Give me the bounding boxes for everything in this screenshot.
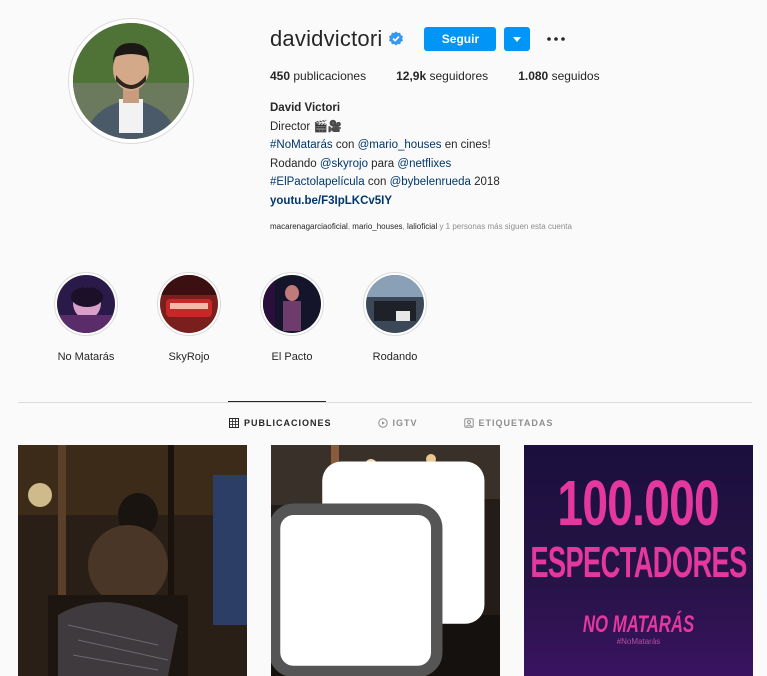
tab-label: PUBLICACIONES bbox=[244, 418, 332, 428]
post-thumbnail[interactable] bbox=[271, 445, 500, 676]
highlight-cover bbox=[263, 275, 321, 333]
suggested-dropdown-button[interactable] bbox=[504, 27, 531, 51]
tab-publicaciones[interactable]: PUBLICACIONES bbox=[229, 418, 332, 428]
highlight-label: El Pacto bbox=[271, 351, 313, 363]
bio-text: en cines! bbox=[441, 139, 491, 151]
highlight-label: SkyRojo bbox=[168, 351, 210, 363]
profile-title-row: davidvictori Seguir bbox=[270, 24, 740, 54]
highlight-cover bbox=[366, 275, 424, 333]
bio-line-1: Director 🎬🎥 bbox=[270, 120, 343, 133]
posts-stat: 450 publicaciones bbox=[270, 69, 366, 83]
highlight-no-mataras[interactable]: No Matarás bbox=[52, 272, 120, 363]
highlight-ring bbox=[54, 272, 118, 336]
full-name: David Victori bbox=[270, 102, 341, 114]
tab-igtv[interactable]: IGTV bbox=[377, 418, 418, 428]
bio-line-2: #NoMatarás con @mario_houses en cines! bbox=[270, 136, 740, 155]
highlight-label: Rodando bbox=[372, 351, 418, 363]
profile-avatar-ring[interactable] bbox=[68, 18, 194, 144]
mention-link[interactable]: @netflixes bbox=[397, 158, 451, 170]
highlight-cover bbox=[57, 275, 115, 333]
more-dots-icon bbox=[547, 37, 566, 41]
highlight-ring bbox=[260, 272, 324, 336]
following-stat[interactable]: 1.080 seguidos bbox=[518, 69, 599, 83]
story-highlights: No Matarás SkyRojo El Pacto Rodando bbox=[52, 272, 464, 363]
poster-big-text: 100.000 bbox=[557, 467, 720, 539]
bio-text: Rodando bbox=[270, 157, 320, 170]
poster-title-text: NO MATARÁS bbox=[582, 611, 695, 638]
username: davidvictori bbox=[270, 26, 383, 51]
verified-badge-icon bbox=[389, 31, 404, 46]
followed-by[interactable]: macarenagarciaoficial, mario_houses, lal… bbox=[270, 222, 740, 231]
tab-label: ETIQUETADAS bbox=[478, 418, 554, 428]
followers-stat[interactable]: 12,9k seguidores bbox=[396, 69, 488, 83]
posts-count: 450 bbox=[270, 69, 291, 83]
website-link[interactable]: youtu.be/F3IpLKCv5IY bbox=[270, 192, 740, 211]
highlight-cover-image bbox=[263, 275, 321, 333]
posts-label: publicaciones bbox=[293, 69, 367, 83]
highlight-label: No Matarás bbox=[57, 351, 115, 363]
post-image bbox=[18, 445, 247, 676]
profile-tabs: PUBLICACIONES IGTV ETIQUETADAS bbox=[229, 418, 599, 428]
mention-link[interactable]: @skyrojo bbox=[320, 158, 368, 170]
bio-text: con bbox=[364, 176, 390, 188]
igtv-icon bbox=[377, 418, 388, 428]
bio-line-3: Rodando @skyrojo para @netflixes bbox=[270, 155, 740, 174]
following-label: seguidos bbox=[551, 69, 600, 83]
follower-username: mario_houses bbox=[352, 222, 403, 231]
hashtag-link[interactable]: #ElPactolapelícula bbox=[270, 176, 365, 188]
active-tab-indicator bbox=[228, 401, 326, 402]
post-thumbnail[interactable]: 100.000 ESPECTADORES NO MATARÁS #NoMatar… bbox=[524, 445, 753, 676]
tabs-divider bbox=[18, 402, 752, 403]
follower-username: lalioficial bbox=[406, 222, 438, 231]
follow-button[interactable]: Seguir bbox=[424, 27, 497, 51]
poster-mid-text: ESPECTADORES bbox=[530, 538, 747, 587]
grid-icon bbox=[229, 418, 239, 428]
bio-text: para bbox=[367, 157, 398, 170]
highlight-ring bbox=[363, 272, 427, 336]
followers-count: 12,9k bbox=[396, 69, 427, 83]
profile-stats: 450 publicaciones 12,9k seguidores 1.080… bbox=[270, 69, 740, 83]
highlight-cover-image bbox=[366, 275, 424, 333]
highlight-cover bbox=[160, 275, 218, 333]
followed-by-tail: y 1 personas más siguen esta cuenta bbox=[437, 222, 572, 231]
highlight-cover-image bbox=[57, 275, 115, 333]
mention-link[interactable]: @mario_houses bbox=[358, 139, 442, 151]
bio-line-4: #ElPactolapelícula con @bybelenrueda 201… bbox=[270, 173, 740, 192]
profile-header: davidvictori Seguir 450 publicaciones 12… bbox=[270, 24, 740, 231]
highlight-el-pacto[interactable]: El Pacto bbox=[258, 272, 326, 363]
highlight-cover-image bbox=[160, 275, 218, 333]
highlight-rodando[interactable]: Rodando bbox=[361, 272, 429, 363]
tab-etiquetadas[interactable]: ETIQUETADAS bbox=[463, 418, 554, 428]
carousel-icon bbox=[271, 461, 485, 676]
follower-username: macarenagarciaoficial bbox=[270, 222, 348, 231]
hashtag-link[interactable]: #NoMatarás bbox=[270, 139, 333, 151]
tagged-icon bbox=[463, 418, 474, 428]
avatar-photo bbox=[73, 23, 189, 139]
highlight-ring bbox=[157, 272, 221, 336]
bio-text: 2018 bbox=[470, 176, 500, 188]
highlight-skyrojo[interactable]: SkyRojo bbox=[155, 272, 223, 363]
posts-grid: 100.000 ESPECTADORES NO MATARÁS #NoMatar… bbox=[18, 445, 753, 676]
post-thumbnail[interactable] bbox=[18, 445, 247, 676]
bio-text: con bbox=[332, 139, 358, 151]
more-options-button[interactable] bbox=[546, 29, 566, 49]
chevron-down-icon bbox=[513, 36, 522, 42]
mention-link[interactable]: @bybelenrueda bbox=[390, 176, 471, 188]
following-count: 1.080 bbox=[518, 69, 549, 83]
followers-label: seguidores bbox=[429, 69, 489, 83]
tab-label: IGTV bbox=[392, 418, 418, 428]
profile-bio: David Victori Director 🎬🎥 #NoMatarás con… bbox=[270, 99, 740, 210]
profile-avatar bbox=[73, 23, 189, 139]
